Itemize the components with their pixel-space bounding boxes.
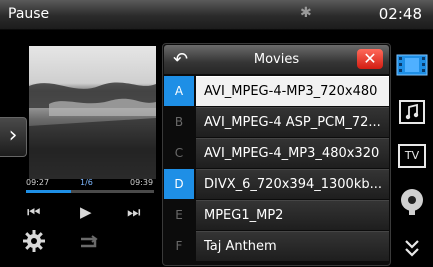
list-item[interactable]: F Taj Anthem	[164, 231, 389, 262]
previous-icon[interactable]: ⏮	[27, 203, 41, 221]
close-button[interactable]: ✕	[357, 49, 383, 69]
index-letter[interactable]: D	[164, 169, 194, 199]
list-item[interactable]: E MPEG1_MP2	[164, 200, 389, 231]
index-letter[interactable]: E	[164, 200, 194, 230]
list-item[interactable]: B AVI_MPEG-4 ASP_PCM_72...	[164, 107, 389, 138]
progress-bar[interactable]	[26, 190, 154, 193]
movie-item-label[interactable]: DIVX_6_720x394_1300kb...	[196, 169, 389, 199]
video-preview[interactable]	[29, 46, 156, 179]
list-item[interactable]: D DIVX_6_720x394_1300kb...	[164, 169, 389, 200]
track-counter: 1/6	[80, 178, 93, 187]
bluetooth-icon: ✱	[300, 5, 312, 21]
index-letter[interactable]: F	[164, 231, 194, 261]
movie-item-label[interactable]: AVI_MPEG-4 ASP_PCM_72...	[196, 107, 389, 137]
status-bar: Pause ✱ 02:48	[0, 0, 433, 30]
media-type-bar: TV	[392, 43, 433, 264]
index-letter[interactable]: A	[164, 76, 194, 106]
film-icon[interactable]	[396, 51, 428, 79]
movie-list: A AVI_MPEG-4-MP3_720x480 B AVI_MPEG-4 AS…	[164, 76, 389, 262]
clock: 02:48	[378, 5, 422, 23]
play-icon[interactable]: ▶	[80, 203, 92, 221]
movie-item-label[interactable]: AVI_MPEG-4-MP3_720x480	[196, 76, 389, 106]
status-title: Pause	[8, 6, 50, 22]
elapsed-time: 09:27	[26, 178, 50, 187]
chevron-down-icon[interactable]	[396, 235, 428, 263]
list-item[interactable]: A AVI_MPEG-4-MP3_720x480	[164, 76, 389, 107]
repeat-icon[interactable]	[77, 233, 99, 251]
index-letter[interactable]: C	[164, 138, 194, 168]
movie-item-label[interactable]: AVI_MPEG-4_MP3_480x320	[196, 138, 389, 168]
progress-fill	[26, 190, 71, 193]
ipod-icon[interactable]	[396, 187, 428, 215]
index-letter[interactable]: B	[164, 107, 194, 137]
next-icon[interactable]: ⏭	[127, 203, 141, 221]
movie-list-panel: ↶ Movies ✕ A AVI_MPEG-4-MP3_720x480 B AV…	[162, 43, 391, 266]
movie-item-label[interactable]: MPEG1_MP2	[196, 200, 389, 230]
tv-icon[interactable]: TV	[398, 144, 426, 168]
total-time: 09:39	[130, 178, 154, 187]
expand-arrow-button[interactable]: ›	[0, 117, 27, 157]
music-icon[interactable]	[396, 98, 428, 126]
movie-item-label[interactable]: Taj Anthem	[196, 231, 389, 261]
list-item[interactable]: C AVI_MPEG-4_MP3_480x320	[164, 138, 389, 169]
panel-header: ↶ Movies ✕	[164, 45, 389, 74]
gear-icon[interactable]	[23, 230, 45, 252]
panel-title: Movies	[253, 52, 300, 67]
